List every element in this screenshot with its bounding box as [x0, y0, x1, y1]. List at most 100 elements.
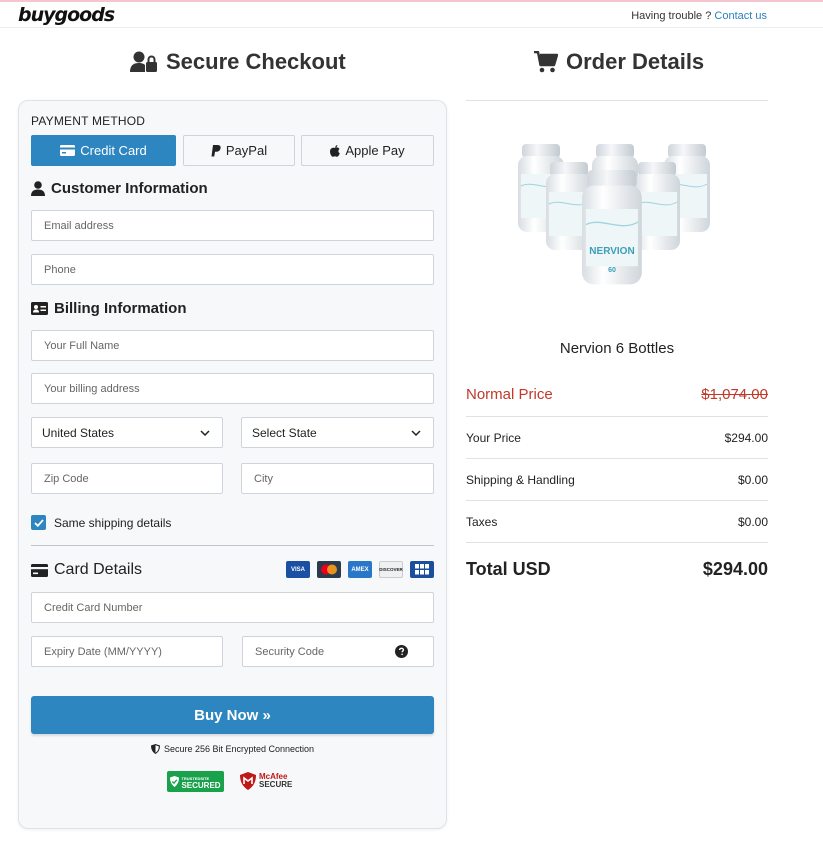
order-divider [466, 500, 768, 501]
buy-now-button[interactable]: Buy Now » [31, 696, 434, 734]
country-select-value: United States [42, 425, 115, 440]
city-input[interactable] [254, 472, 433, 485]
chevron-down-icon [411, 429, 421, 436]
card-details-heading-text: Card Details [54, 561, 143, 578]
taxes-row: Taxes $0.00 [466, 514, 768, 530]
customer-info-heading: Customer Information [31, 180, 208, 197]
amex-logo: AMEX [348, 561, 372, 578]
order-divider [466, 416, 768, 417]
help-text: Having trouble ? Contact us [631, 10, 767, 22]
your-price-row: Your Price $294.00 [466, 430, 768, 446]
same-shipping-row[interactable]: Same shipping details [31, 515, 171, 530]
card-details-heading: Card Details [31, 561, 142, 579]
contact-us-link[interactable]: Contact us [714, 10, 767, 22]
visa-logo: VISA [286, 561, 310, 578]
shipping-row: Shipping & Handling $0.00 [466, 472, 768, 488]
checkout-title-text: Secure Checkout [166, 49, 346, 74]
credit-card-tab[interactable]: Credit Card [31, 135, 176, 166]
expiry-date-input[interactable] [44, 645, 222, 658]
shield-check-icon [170, 776, 180, 787]
order-divider [466, 542, 768, 543]
id-card-icon [31, 302, 48, 315]
billing-info-heading-text: Billing Information [54, 300, 187, 317]
phone-field[interactable] [31, 254, 434, 285]
expiry-date-field[interactable] [31, 636, 223, 667]
discover-logo: DISCOVER [379, 561, 403, 578]
total-value: $294.00 [702, 558, 768, 579]
order-title: Order Details [534, 49, 704, 75]
zip-code-field[interactable] [31, 463, 223, 494]
product-bottle-count: 60 [608, 267, 616, 274]
billing-info-heading: Billing Information [31, 300, 187, 317]
full-name-input[interactable] [44, 339, 433, 352]
normal-price-label: Normal Price [466, 385, 553, 403]
taxes-value: $0.00 [737, 515, 768, 529]
order-divider [466, 458, 768, 459]
secure-connection-note: Secure 256 Bit Encrypted Connection [0, 744, 465, 754]
credit-card-tab-label: Credit Card [80, 143, 147, 158]
apple-pay-tab[interactable]: Apple Pay [301, 135, 434, 166]
apple-pay-tab-label: Apple Pay [345, 143, 405, 158]
card-brand-logos: VISA AMEX DISCOVER [286, 561, 434, 578]
same-shipping-label: Same shipping details [54, 515, 172, 530]
shield-icon [150, 744, 160, 754]
trouble-text: Having trouble ? [631, 10, 712, 22]
mcafee-shield-icon [240, 772, 256, 790]
payment-method-label: PAYMENT METHOD [31, 114, 146, 128]
user-icon [31, 181, 45, 196]
top-bar: buygoods Having trouble ? Contact us [0, 0, 823, 28]
shipping-value: $0.00 [737, 473, 768, 487]
state-select-value: Select State [252, 425, 317, 440]
paypal-icon [211, 144, 221, 156]
shipping-label: Shipping & Handling [466, 473, 575, 487]
total-row: Total USD $294.00 [466, 558, 768, 580]
checkout-title: Secure Checkout [130, 49, 346, 75]
checkmark-icon [33, 518, 44, 527]
order-title-text: Order Details [566, 49, 705, 74]
product-image: NERVION 60 [517, 143, 711, 286]
card-number-input[interactable] [44, 601, 433, 614]
your-price-label: Your Price [466, 431, 521, 445]
normal-price-row: Normal Price $1,074.00 [466, 385, 768, 403]
email-field[interactable] [31, 210, 434, 241]
state-select[interactable]: Select State [241, 417, 434, 448]
jcb-logo [410, 561, 434, 578]
buygoods-logo[interactable]: buygoods [18, 4, 115, 26]
trustedsite-text: SECURED [181, 780, 221, 790]
security-code-field[interactable] [242, 636, 434, 667]
total-label: Total USD [466, 558, 551, 579]
country-select[interactable]: United States [31, 417, 223, 448]
credit-card-icon [31, 563, 48, 577]
your-price-value: $294.00 [724, 431, 768, 445]
security-code-input[interactable] [255, 645, 407, 658]
form-divider [31, 545, 434, 546]
user-lock-icon [130, 51, 157, 72]
card-number-field[interactable] [31, 592, 434, 623]
paypal-tab[interactable]: PayPal [183, 135, 295, 166]
credit-card-icon [60, 145, 76, 156]
email-input[interactable] [44, 219, 433, 232]
phone-input[interactable] [44, 263, 433, 276]
jcb-grid-icon [415, 564, 429, 575]
full-name-field[interactable] [31, 330, 434, 361]
billing-address-field[interactable] [31, 373, 434, 404]
secure-connection-text: Secure 256 Bit Encrypted Connection [163, 744, 315, 754]
order-top-divider [466, 100, 768, 101]
product-name: Nervion 6 Bottles [559, 340, 675, 357]
mcafee-secure-badge[interactable]: McAfee SECURE [240, 770, 292, 792]
mcafee-secure-text: SECURE [259, 780, 293, 789]
billing-address-input[interactable] [44, 382, 433, 395]
apple-icon [330, 144, 341, 157]
normal-price-value: $1,074.00 [701, 385, 768, 403]
chevron-down-icon [200, 429, 210, 436]
customer-info-heading-text: Customer Information [51, 180, 208, 197]
mastercard-logo [317, 561, 341, 578]
city-field[interactable] [241, 463, 434, 494]
question-circle-icon[interactable] [395, 645, 408, 658]
shopping-cart-icon [534, 51, 558, 73]
same-shipping-checkbox[interactable] [31, 515, 46, 530]
zip-code-input[interactable] [44, 472, 222, 485]
paypal-tab-label: PayPal [225, 143, 268, 158]
mastercard-circles-icon [321, 564, 337, 575]
trustedsite-secured-badge[interactable]: TRUSTEDSITE SECURED [167, 771, 224, 792]
